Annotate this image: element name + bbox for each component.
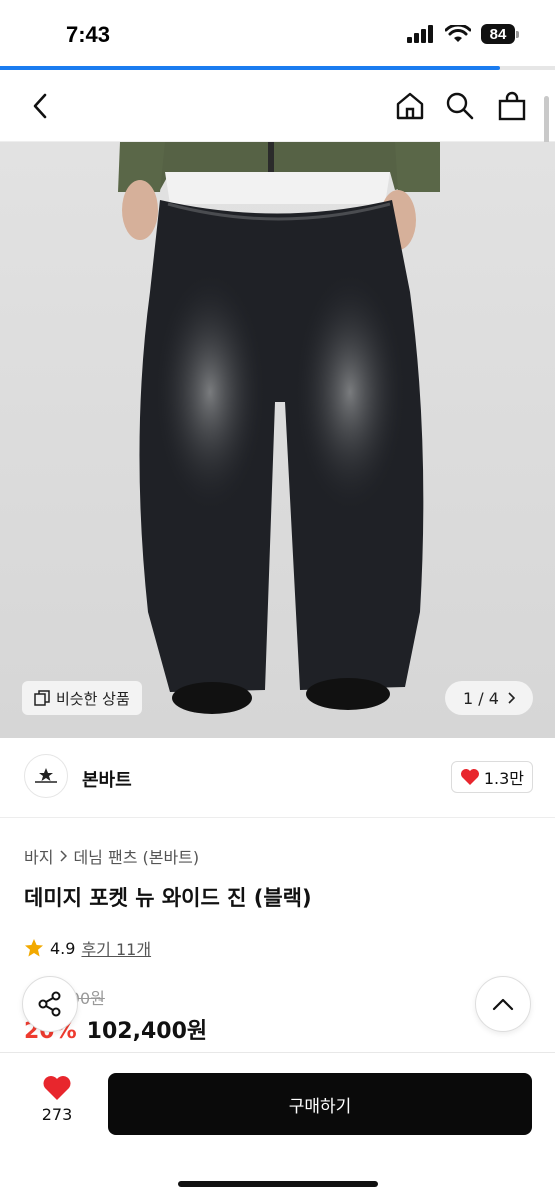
- chevron-left-icon: [33, 93, 47, 119]
- shopping-bag-icon: [498, 91, 526, 121]
- share-button[interactable]: [22, 976, 78, 1032]
- image-pager-label: 1 / 4: [463, 688, 499, 708]
- brand-logo: [24, 754, 68, 798]
- breadcrumb-category[interactable]: 바지: [24, 844, 53, 868]
- rating-value: 4.9: [50, 938, 76, 958]
- heart-icon: [460, 769, 479, 785]
- wishlist-count: 273: [41, 1105, 73, 1124]
- crown-star-icon: [35, 768, 57, 783]
- wifi-icon: [445, 25, 471, 42]
- search-button[interactable]: [440, 86, 480, 126]
- home-icon: [396, 92, 424, 120]
- chevron-right-icon: [508, 692, 515, 704]
- status-time: 7:43: [66, 22, 111, 47]
- image-pager[interactable]: 1 / 4: [445, 681, 533, 715]
- wishlist-button[interactable]: 273: [32, 1075, 82, 1124]
- status-icons: 84: [407, 24, 519, 44]
- similar-products-button[interactable]: 비슷한 상품: [22, 681, 142, 715]
- bottom-action-bar: 273 구매하기: [0, 1052, 555, 1200]
- search-icon: [446, 92, 474, 120]
- share-icon: [38, 991, 61, 1017]
- heart-icon: [43, 1076, 71, 1100]
- breadcrumb: 바지 데님 팬츠 (본바트): [24, 844, 199, 868]
- product-image-carousel[interactable]: [0, 142, 555, 738]
- brand-row[interactable]: 본바트 1.3만: [0, 738, 555, 818]
- brand-like-count: 1.3만: [483, 769, 524, 788]
- product-title: 데미지 포켓 뉴 와이드 진 (블랙): [24, 886, 312, 910]
- copy-icon: [34, 690, 50, 706]
- review-count-link[interactable]: 후기 11개: [81, 936, 151, 960]
- chevron-up-icon: [492, 998, 514, 1011]
- chevron-right-icon: [60, 850, 68, 862]
- home-button[interactable]: [390, 86, 430, 126]
- battery-indicator: 84: [481, 24, 519, 44]
- status-bar: 7:43 84: [0, 0, 555, 66]
- star-icon: [25, 939, 43, 957]
- brand-like-button[interactable]: 1.3만: [450, 761, 533, 793]
- similar-products-label: 비슷한 상품: [56, 689, 130, 708]
- product-photo: [0, 142, 555, 738]
- cellular-signal-icon: [407, 25, 433, 43]
- breadcrumb-subcategory[interactable]: 데님 팬츠 (본바트): [73, 844, 199, 868]
- rating-row: 4.9 후기 11개: [24, 936, 151, 960]
- top-navigation: [0, 70, 555, 142]
- scroll-to-top-button[interactable]: [475, 976, 531, 1032]
- sale-price: 102,400원: [86, 1019, 208, 1044]
- battery-level: 84: [481, 24, 515, 44]
- buy-button[interactable]: 구매하기: [108, 1073, 532, 1135]
- home-indicator: [178, 1181, 378, 1187]
- cart-button[interactable]: [492, 86, 532, 126]
- brand-name: 본바트: [82, 770, 132, 791]
- back-button[interactable]: [20, 86, 60, 126]
